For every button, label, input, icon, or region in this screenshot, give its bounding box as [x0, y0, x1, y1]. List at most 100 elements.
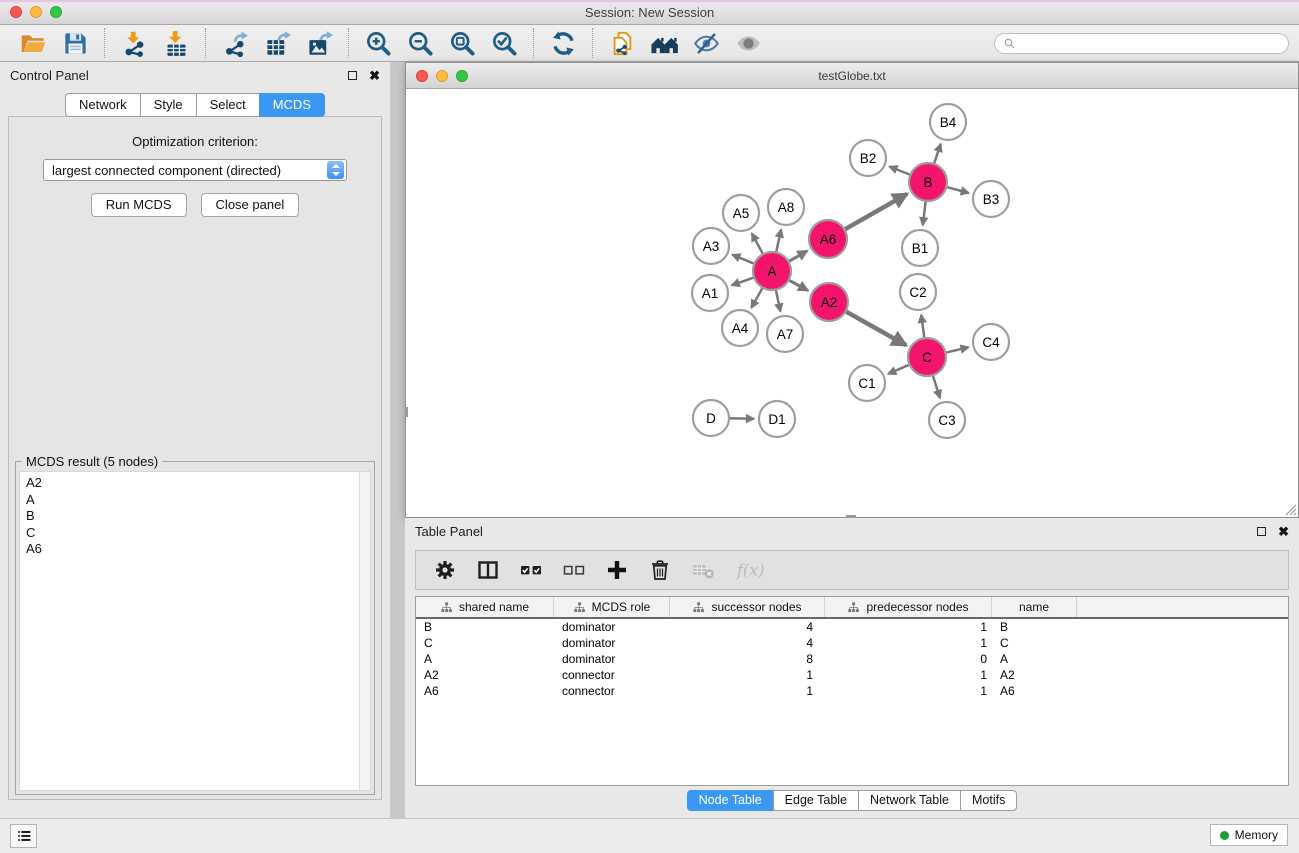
cell-predecessor-nodes[interactable]: 1	[825, 635, 992, 651]
import-table-icon[interactable]	[161, 28, 191, 58]
checkboxes-unchecked-icon[interactable]	[561, 557, 587, 583]
export-image-icon[interactable]	[304, 28, 334, 58]
tab-network[interactable]: Network	[65, 93, 140, 117]
cell-shared-name[interactable]: A6	[416, 683, 554, 699]
memory-button[interactable]: Memory	[1210, 824, 1288, 846]
task-history-button[interactable]	[10, 824, 37, 848]
zoom-out-icon[interactable]	[405, 28, 435, 58]
graph-edge-B-B1[interactable]	[923, 201, 926, 225]
tab-network-table[interactable]: Network Table	[858, 790, 960, 811]
graph-edge-A-A3[interactable]	[732, 255, 754, 264]
table-row[interactable]: A6connector11A6	[416, 683, 1288, 699]
eye-slash-icon[interactable]	[691, 28, 721, 58]
graph-node-B3[interactable]: B3	[973, 181, 1009, 217]
eye-icon[interactable]	[733, 28, 763, 58]
zoom-fit-icon[interactable]	[447, 28, 477, 58]
tab-mcds[interactable]: MCDS	[259, 93, 325, 117]
save-icon[interactable]	[60, 28, 90, 58]
graph-node-A1[interactable]: A1	[692, 275, 728, 311]
network-canvas[interactable]: AA1A2A3A4A5A6A7A8BB1B2B3B4CC1C2C3C4DD1	[406, 89, 1298, 517]
trash-icon[interactable]	[647, 557, 673, 583]
window-grip-left[interactable]	[405, 407, 408, 417]
graph-node-D1[interactable]: D1	[759, 401, 795, 437]
tab-select[interactable]: Select	[196, 93, 259, 117]
cell-MCDS-role[interactable]: dominator	[554, 635, 670, 651]
resize-grip-icon[interactable]	[1283, 502, 1297, 516]
mcds-result-item[interactable]: A2	[26, 475, 370, 492]
zoom-in-icon[interactable]	[363, 28, 393, 58]
cell-predecessor-nodes[interactable]: 0	[825, 651, 992, 667]
column-header-MCDS-role[interactable]: MCDS role	[554, 597, 670, 617]
export-network-icon[interactable]	[220, 28, 250, 58]
graph-node-B2[interactable]: B2	[850, 140, 886, 176]
column-header-predecessor-nodes[interactable]: predecessor nodes	[825, 597, 992, 617]
open-folder-icon[interactable]	[18, 28, 48, 58]
tab-style[interactable]: Style	[140, 93, 196, 117]
close-panel-button[interactable]: Close panel	[201, 193, 300, 217]
graph-edge-A-A1[interactable]	[732, 277, 754, 285]
mcds-result-item[interactable]: A6	[26, 541, 370, 558]
mcds-result-item[interactable]: C	[26, 525, 370, 542]
checkboxes-checked-icon[interactable]	[518, 557, 544, 583]
cell-successor-nodes[interactable]: 1	[670, 683, 825, 699]
mcds-result-item[interactable]: A	[26, 492, 370, 509]
run-mcds-button[interactable]: Run MCDS	[91, 193, 187, 217]
cell-name[interactable]: C	[992, 635, 1077, 651]
cell-MCDS-role[interactable]: connector	[554, 667, 670, 683]
graph-edge-A-A8[interactable]	[776, 230, 781, 253]
graph-node-D[interactable]: D	[693, 400, 729, 436]
tab-node-table[interactable]: Node Table	[687, 790, 773, 811]
network-window-titlebar[interactable]: testGlobe.txt	[406, 63, 1298, 89]
cell-predecessor-nodes[interactable]: 1	[825, 683, 992, 699]
column-header-shared-name[interactable]: shared name	[416, 597, 554, 617]
column-header-successor-nodes[interactable]: successor nodes	[670, 597, 825, 617]
export-table-icon[interactable]	[262, 28, 292, 58]
cell-shared-name[interactable]: A2	[416, 667, 554, 683]
cell-successor-nodes[interactable]: 4	[670, 619, 825, 635]
cell-shared-name[interactable]: A	[416, 651, 554, 667]
search-input[interactable]	[1021, 37, 1280, 51]
cell-name[interactable]: A	[992, 651, 1077, 667]
graph-node-C4[interactable]: C4	[973, 324, 1009, 360]
table-row[interactable]: A2connector11A2	[416, 667, 1288, 683]
zoom-selected-icon[interactable]	[489, 28, 519, 58]
tab-edge-table[interactable]: Edge Table	[773, 790, 858, 811]
search-box[interactable]	[994, 33, 1289, 54]
cell-successor-nodes[interactable]: 4	[670, 635, 825, 651]
close-window-button[interactable]	[10, 6, 22, 18]
graph-node-B[interactable]: B	[909, 163, 947, 201]
graph-node-B4[interactable]: B4	[930, 104, 966, 140]
plus-icon[interactable]	[604, 557, 630, 583]
graph-node-C1[interactable]: C1	[849, 365, 885, 401]
cell-shared-name[interactable]: B	[416, 619, 554, 635]
graph-edge-A2-C[interactable]	[846, 311, 907, 345]
documents-share-icon[interactable]	[607, 28, 637, 58]
tab-motifs[interactable]: Motifs	[960, 790, 1017, 811]
graph-edge-C-C4[interactable]	[946, 347, 969, 353]
minimize-window-button[interactable]	[30, 6, 42, 18]
column-header-name[interactable]: name	[992, 597, 1077, 617]
cell-name[interactable]: A6	[992, 683, 1077, 699]
graph-edge-A-A4[interactable]	[751, 288, 762, 308]
graph-edge-C-C3[interactable]	[933, 375, 940, 398]
graph-edge-A6-B[interactable]	[845, 194, 908, 230]
graph-node-A4[interactable]: A4	[722, 310, 758, 346]
cell-name[interactable]: B	[992, 619, 1077, 635]
cell-shared-name[interactable]: C	[416, 635, 554, 651]
table-row[interactable]: Bdominator41B	[416, 619, 1288, 635]
cell-MCDS-role[interactable]: dominator	[554, 651, 670, 667]
zoom-window-button[interactable]	[50, 6, 62, 18]
gear-icon[interactable]	[432, 557, 458, 583]
table-close-panel-icon[interactable]: ✖	[1278, 525, 1289, 538]
cell-MCDS-role[interactable]: connector	[554, 683, 670, 699]
cell-predecessor-nodes[interactable]: 1	[825, 619, 992, 635]
table-float-panel-icon[interactable]	[1257, 527, 1266, 536]
result-list-scrollbar[interactable]	[359, 472, 370, 790]
table-row[interactable]: Adominator80A	[416, 651, 1288, 667]
mcds-result-list[interactable]: A2ABCA6	[19, 471, 371, 791]
float-panel-icon[interactable]	[348, 71, 357, 80]
graph-node-A[interactable]: A	[753, 252, 791, 290]
table-row[interactable]: Cdominator41C	[416, 635, 1288, 651]
graph-node-A6[interactable]: A6	[809, 220, 847, 258]
graph-node-C3[interactable]: C3	[929, 402, 965, 438]
